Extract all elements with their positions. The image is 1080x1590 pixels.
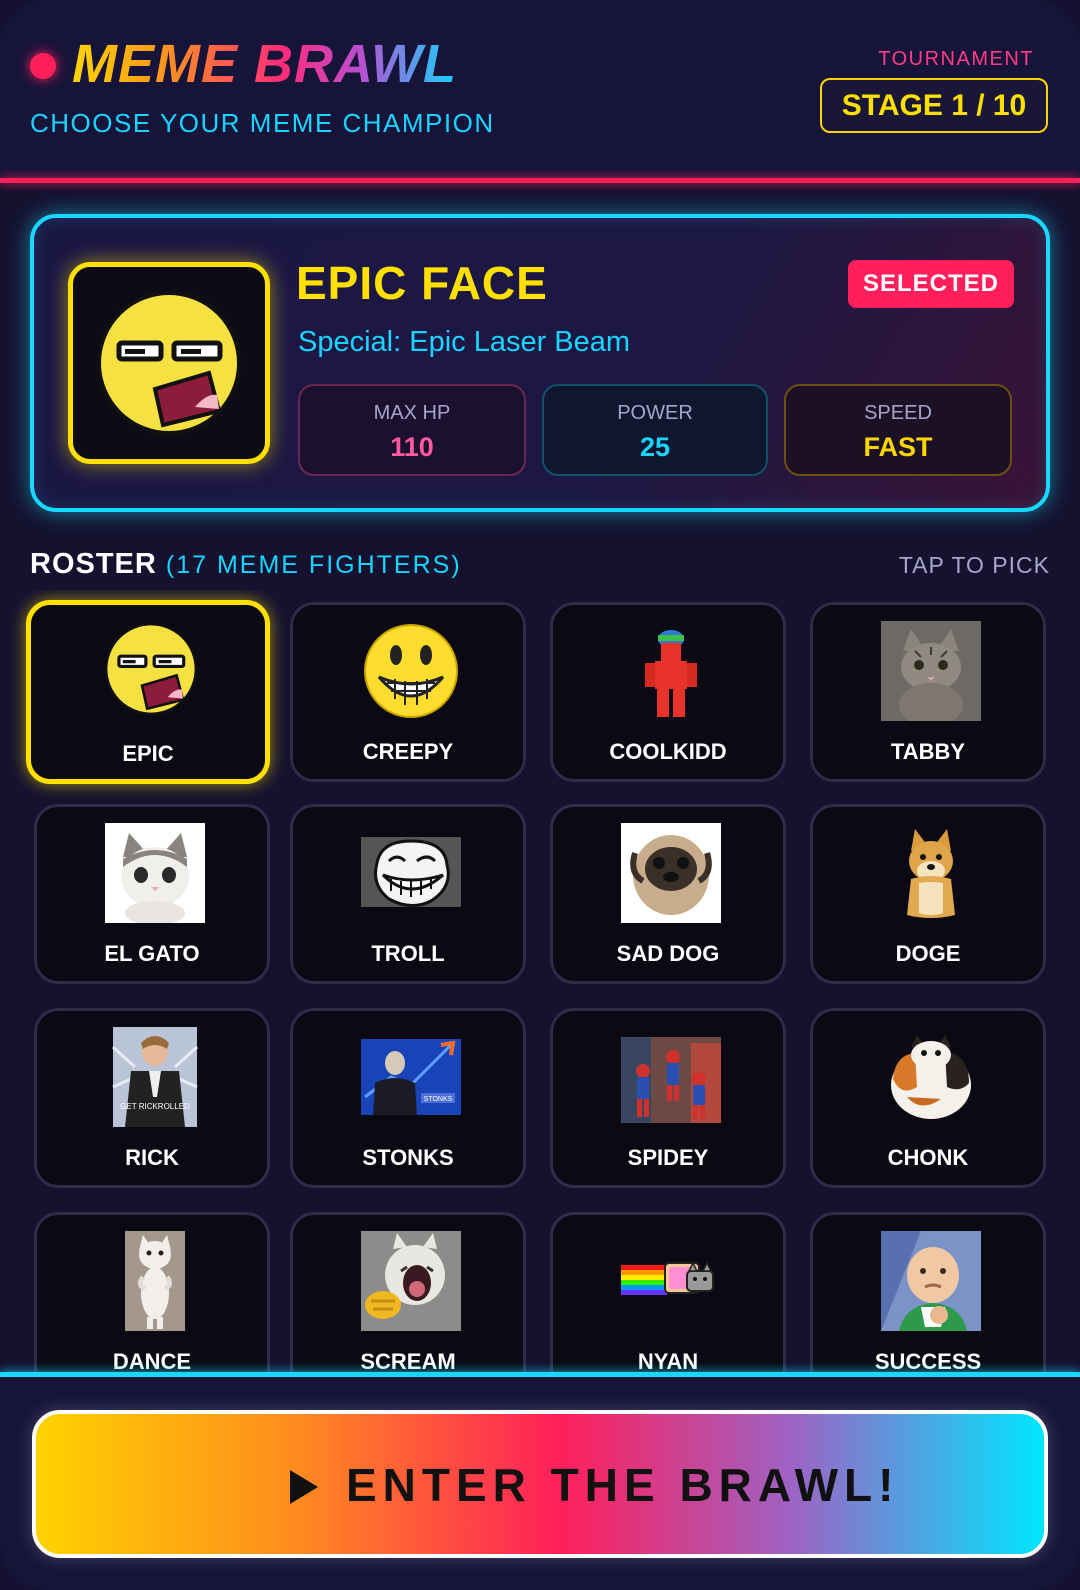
fighter-label: SPIDEY — [627, 1145, 709, 1170]
coolkidd-icon — [645, 630, 697, 717]
nyan-cat-icon — [621, 1261, 714, 1295]
stat-value: 110 — [390, 432, 434, 462]
epic-face-icon — [97, 291, 241, 435]
stat-value: 25 — [639, 432, 671, 462]
fighter-card-el-gato[interactable]: EL GATO — [34, 804, 270, 984]
chonk-icon — [891, 1035, 971, 1119]
roster-heading: ROSTER (17 MEME FIGHTERS) — [30, 548, 462, 580]
svg-text:GET RICKROLLED: GET RICKROLLED — [120, 1102, 190, 1111]
epic-face-icon — [104, 622, 198, 716]
troll-face-icon — [361, 837, 461, 907]
fighter-card-chonk[interactable]: CHONK — [810, 1008, 1046, 1188]
success-kid-icon — [881, 1231, 981, 1331]
fighter-label: TROLL — [371, 941, 445, 966]
champion-special: Special: Epic Laser Beam — [298, 326, 631, 358]
live-dot-icon — [30, 53, 56, 79]
stat-value: FAST — [863, 432, 933, 462]
fighter-card-troll[interactable]: TROLL — [290, 804, 526, 984]
stat-label: MAX HP — [373, 402, 451, 424]
fighter-label: DOGE — [895, 941, 961, 966]
stat-power: POWER 25 — [542, 384, 768, 476]
featured-champion-panel: EPIC FACE Special: Epic Laser Beam SELEC… — [30, 214, 1050, 512]
fighter-label: SCREAM — [360, 1349, 456, 1374]
el-gato-icon — [105, 823, 205, 923]
roster-grid[interactable]: EPIC CREEPY COOLKIDD TABBY EL GATO TROLL… — [0, 590, 1080, 1374]
fighter-label: CHONK — [887, 1145, 969, 1170]
game-title: MEME BRAWL — [72, 34, 457, 94]
fighter-label: NYAN — [637, 1349, 699, 1374]
fighter-label: STONKS — [362, 1145, 454, 1170]
stonks-icon: STONKS — [361, 1039, 461, 1115]
fighter-label: RICK — [125, 1145, 179, 1170]
header: MEME BRAWL CHOOSE YOUR MEME CHAMPION TOU… — [0, 0, 1080, 182]
champion-name: EPIC FACE — [296, 257, 548, 309]
fighter-card-spidey[interactable]: SPIDEY — [550, 1008, 786, 1188]
champion-portrait — [68, 262, 270, 464]
fighter-card-sad-dog[interactable]: SAD DOG — [550, 804, 786, 984]
selected-badge: SELECTED — [848, 260, 1014, 308]
play-icon — [290, 1470, 318, 1504]
tabby-cat-icon — [881, 621, 981, 721]
stat-max-hp: MAX HP 110 — [298, 384, 526, 476]
fighter-label: EL GATO — [104, 941, 200, 966]
fighter-card-scream[interactable]: SCREAM — [290, 1212, 526, 1374]
stat-label: SPEED — [864, 402, 932, 424]
fighter-card-stonks[interactable]: STONKS STONKS — [290, 1008, 526, 1188]
rick-icon: GET RICKROLLED — [111, 1027, 199, 1127]
roster-hint: TAP TO PICK — [898, 552, 1050, 578]
spidey-icon — [621, 1037, 721, 1123]
sad-dog-icon — [621, 823, 721, 923]
enter-brawl-button[interactable]: ENTER THE BRAWL! — [32, 1410, 1048, 1558]
roster-count: (17 MEME FIGHTERS) — [165, 551, 462, 579]
doge-icon — [907, 829, 955, 918]
fighter-card-dance[interactable]: DANCE — [34, 1212, 270, 1374]
fighter-label: EPIC — [122, 741, 174, 766]
fighter-label: COOLKIDD — [609, 739, 727, 764]
header-divider — [0, 178, 1080, 183]
tournament-label: TOURNAMENT — [878, 48, 1034, 70]
meme-brawl-screen: MEME BRAWL CHOOSE YOUR MEME CHAMPION TOU… — [0, 0, 1080, 1590]
stat-label: POWER — [617, 402, 693, 424]
fighter-label: CREEPY — [362, 739, 454, 764]
fighter-label: TABBY — [890, 739, 966, 764]
fighter-label: SAD DOG — [616, 941, 720, 966]
fighter-card-rick[interactable]: GET RICKROLLED RICK — [34, 1008, 270, 1188]
fighter-card-tabby[interactable]: TABBY — [810, 602, 1046, 782]
fighter-card-success[interactable]: SUCCESS — [810, 1212, 1046, 1374]
enter-brawl-label: ENTER THE BRAWL! — [346, 1459, 900, 1511]
fighter-card-nyan[interactable]: NYAN — [550, 1212, 786, 1374]
fighter-label: DANCE — [112, 1349, 192, 1374]
fighter-card-epic[interactable]: EPIC — [26, 600, 270, 784]
page-subtitle: CHOOSE YOUR MEME CHAMPION — [30, 108, 495, 138]
stat-speed: SPEED FAST — [784, 384, 1012, 476]
fighter-label: SUCCESS — [874, 1349, 982, 1374]
scream-cat-icon — [361, 1231, 461, 1331]
creepy-smiley-icon — [364, 624, 458, 718]
stage-badge: STAGE 1 / 10 — [820, 78, 1048, 133]
fighter-card-coolkidd[interactable]: COOLKIDD — [550, 602, 786, 782]
fighter-card-creepy[interactable]: CREEPY — [290, 602, 526, 782]
dance-cat-icon — [125, 1231, 185, 1331]
fighter-card-doge[interactable]: DOGE — [810, 804, 1046, 984]
svg-text:STONKS: STONKS — [424, 1096, 453, 1103]
